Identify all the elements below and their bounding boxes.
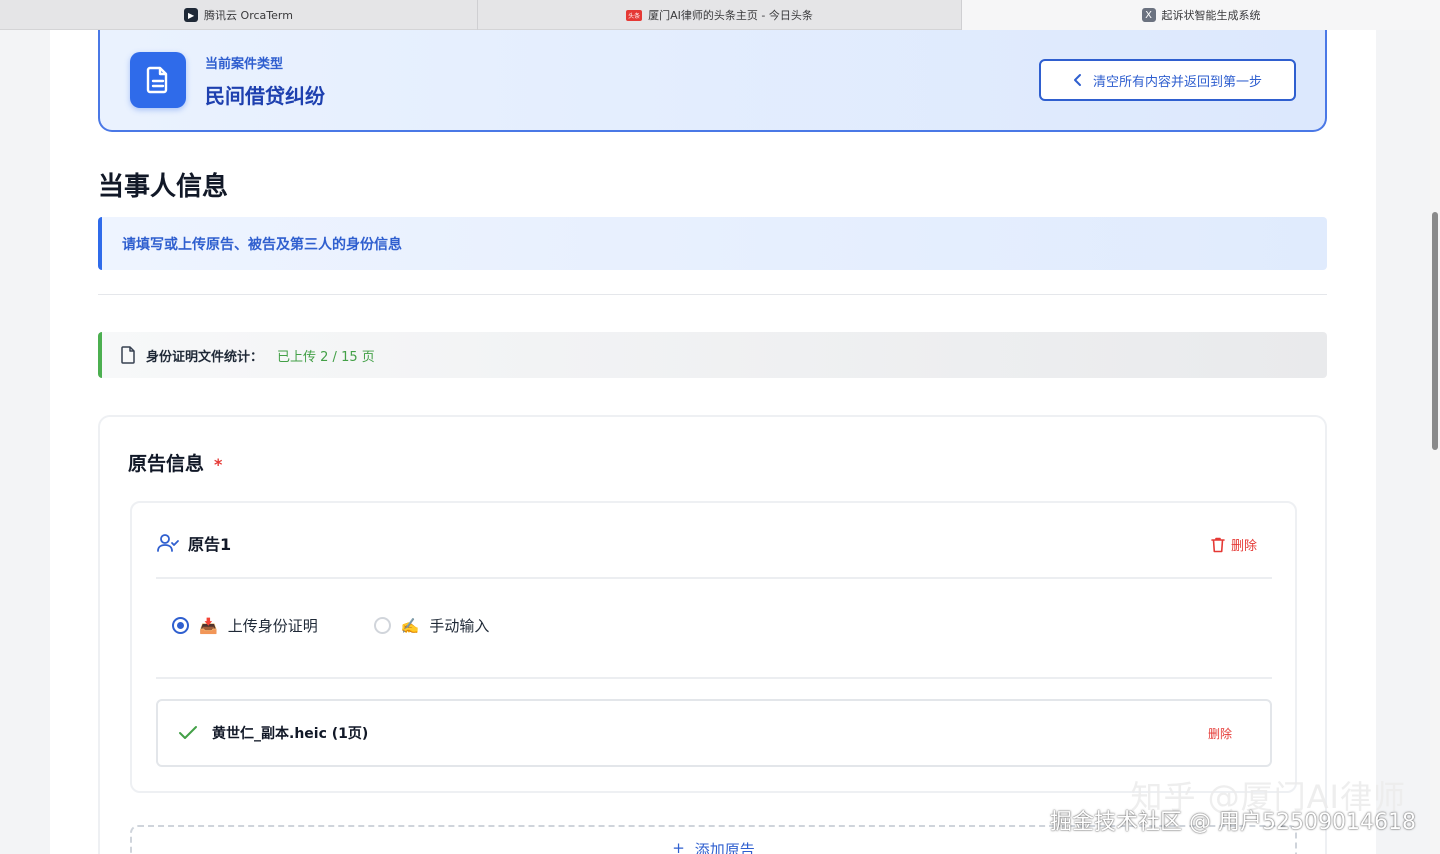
case-type-label: 当前案件类型: [205, 57, 284, 72]
file-icon: [121, 346, 135, 364]
tab-orcaterm[interactable]: ▶ 腾讯云 OrcaTerm: [0, 0, 478, 30]
radio-manual-input[interactable]: ✍️ 手动输入: [373, 615, 490, 636]
divider: [156, 577, 1272, 579]
case-type-value: 民间借贷纠纷: [205, 84, 325, 108]
stats-value: 已上传 2 / 15 页: [277, 349, 375, 365]
inbox-tray-icon: 📥: [199, 616, 218, 635]
document-icon: [130, 52, 186, 108]
trash-icon: [1211, 537, 1225, 552]
watermark: 知乎 @厦门AI律师 掘金技术社区 @ 用户52509014618: [1050, 772, 1416, 836]
delete-file-button[interactable]: 删除: [1208, 725, 1232, 742]
plus-icon: +: [672, 839, 685, 854]
chevron-left-icon: [1073, 74, 1081, 86]
scrollbar-thumb[interactable]: [1432, 212, 1438, 450]
delete-plaintiff-label: 删除: [1230, 539, 1257, 554]
reset-button-label: 清空所有内容并返回到第一步: [1092, 74, 1262, 90]
tab-complaint-generator[interactable]: X 起诉状智能生成系统: [962, 0, 1440, 30]
add-plaintiff-label: 添加原告: [694, 841, 755, 854]
check-icon: [179, 726, 197, 739]
plaintiff-section-title: 原告信息 *: [128, 449, 222, 476]
info-banner: 请填写或上传原告、被告及第三人的身份信息: [98, 217, 1327, 270]
tab-label: 起诉状智能生成系统: [1161, 9, 1261, 22]
writing-hand-icon: ✍️: [400, 616, 420, 635]
tab-toutiao[interactable]: 头条 厦门AI律师的头条主页 - 今日头条: [478, 0, 962, 30]
plaintiff-header: 原告1: [156, 531, 231, 555]
toutiao-icon: 头条: [626, 9, 643, 21]
orcaterm-icon: ▶: [184, 8, 199, 22]
reset-button[interactable]: 清空所有内容并返回到第一步: [1039, 59, 1296, 101]
browser-tab-bar: ▶ 腾讯云 OrcaTerm 头条 厦门AI律师的头条主页 - 今日头条 X 起…: [0, 0, 1440, 30]
radio-dot-selected[interactable]: [172, 617, 189, 634]
radio-upload-id[interactable]: 📥 上传身份证明: [172, 615, 318, 636]
section-title: 当事人信息: [98, 172, 229, 202]
divider: [98, 294, 1327, 295]
required-mark: *: [214, 455, 223, 474]
plaintiff-card: 原告1 删除 📥 上传身份证明 ✍️ 手动输入 黄世仁_副本.heic (1页)…: [130, 501, 1297, 793]
watermark-line-2: 掘金技术社区 @ 用户52509014618: [1050, 810, 1416, 835]
stats-label: 身份证明文件统计：: [146, 349, 264, 365]
tab-label: 腾讯云 OrcaTerm: [204, 9, 293, 22]
file-name: 黄世仁_副本.heic (1页): [212, 726, 369, 742]
user-check-icon: [157, 534, 179, 552]
case-type-card: 当前案件类型 民间借贷纠纷 清空所有内容并返回到第一步: [98, 30, 1327, 132]
page-content: 当前案件类型 民间借贷纠纷 清空所有内容并返回到第一步 当事人信息 请填写或上传…: [50, 30, 1376, 854]
radio-label: 手动输入: [429, 617, 490, 635]
plaintiff-section-title-text: 原告信息: [128, 453, 205, 475]
radio-dot[interactable]: [373, 617, 391, 634]
delete-plaintiff-button[interactable]: 删除: [1211, 535, 1257, 554]
uploaded-file-row: 黄世仁_副本.heic (1页) 删除: [156, 699, 1272, 767]
radio-label: 上传身份证明: [227, 617, 318, 635]
plaintiff-name: 原告1: [188, 535, 232, 554]
tab-label: 厦门AI律师的头条主页 - 今日头条: [648, 9, 813, 22]
id-doc-stats-bar: 身份证明文件统计： 已上传 2 / 15 页: [98, 332, 1327, 378]
input-mode-radio-group: 📥 上传身份证明 ✍️ 手动输入: [172, 615, 489, 636]
divider: [156, 677, 1272, 679]
x-icon: X: [1141, 8, 1156, 22]
